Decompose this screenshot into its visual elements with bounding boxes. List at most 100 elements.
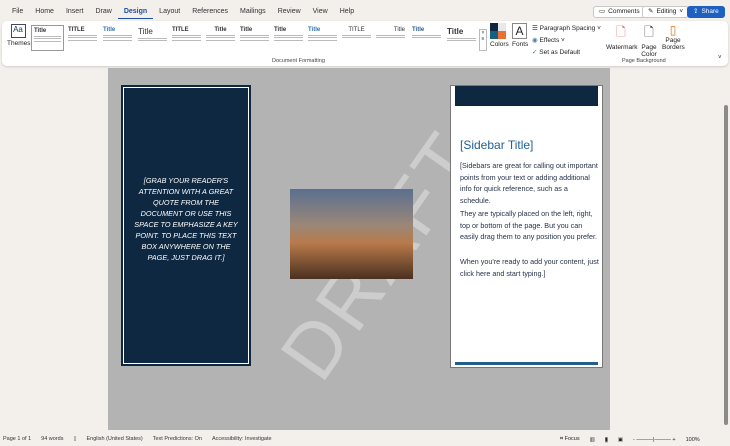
style-title: TITLE	[68, 27, 85, 33]
comments-button[interactable]: ▭ Comments	[593, 6, 646, 18]
tab-file[interactable]: File	[6, 6, 29, 19]
tab-view[interactable]: View	[307, 6, 334, 19]
sidebar-paragraph[interactable]: [Sidebars are great for calling out impo…	[460, 160, 600, 206]
ribbon-tabs: File Home Insert Draw Design Layout Refe…	[6, 6, 360, 19]
watermark-button[interactable]: 🗋 Watermark	[606, 23, 638, 51]
word-count[interactable]: 94 words	[41, 436, 63, 442]
read-mode-icon[interactable]: ▥	[590, 437, 595, 443]
tab-insert[interactable]: Insert	[60, 6, 90, 19]
ribbon: Aa Themes Title TITLE Title Title TITLE …	[2, 21, 728, 66]
style-gallery-item[interactable]: Title	[101, 25, 134, 51]
page-count[interactable]: Page 1 of 1	[3, 436, 31, 442]
share-label: Share	[701, 8, 719, 15]
tab-home[interactable]: Home	[29, 6, 60, 19]
share-button[interactable]: ⇪ Share	[687, 6, 725, 18]
style-title: Title	[103, 27, 116, 33]
collapse-ribbon-icon[interactable]: ˅	[718, 55, 722, 61]
focus-button[interactable]: ⌗ Focus	[560, 436, 580, 443]
city-skyline-image[interactable]	[290, 189, 413, 279]
set-default-label: Set as Default	[539, 49, 581, 56]
style-gallery-item[interactable]: Title	[204, 25, 237, 51]
sidebar-textbox[interactable]: [Sidebar Title] [Sidebars are great for …	[450, 85, 603, 368]
page-color-label: Page Color	[641, 44, 657, 58]
style-title: Title	[447, 27, 464, 36]
share-icon: ⇪	[693, 8, 699, 15]
tab-design[interactable]: Design	[117, 6, 154, 19]
zoom-slider[interactable]: - ———|——— +	[633, 437, 676, 443]
print-layout-icon[interactable]: ▮	[604, 436, 608, 443]
comment-icon: ▭	[599, 8, 606, 15]
web-layout-icon[interactable]: ▣	[618, 437, 623, 443]
editing-button[interactable]: ✎ Editing ˅	[642, 6, 690, 18]
style-title: Title	[34, 28, 47, 34]
style-gallery-item[interactable]: Title	[136, 25, 169, 51]
colors-button[interactable]: Colors	[490, 23, 509, 48]
tab-draw[interactable]: Draw	[89, 6, 117, 19]
tab-references[interactable]: References	[186, 6, 234, 19]
pull-quote-textbox[interactable]: [Grab your reader's attention with a gre…	[121, 85, 251, 366]
watermark-label: Watermark	[606, 44, 638, 51]
themes-button[interactable]: Aa Themes	[7, 24, 31, 47]
page-background-label: Page Background	[622, 58, 666, 64]
effects-label: Effects	[539, 37, 560, 44]
zoom-level[interactable]: 100%	[686, 437, 700, 443]
paragraph-spacing-label: Paragraph Spacing	[539, 25, 596, 32]
tab-review[interactable]: Review	[272, 6, 307, 19]
sidebar-title[interactable]: [Sidebar Title]	[460, 138, 533, 152]
text-predictions[interactable]: Text Predictions: On	[153, 436, 202, 442]
fonts-label: Fonts	[512, 41, 529, 48]
style-title: Title	[274, 27, 287, 33]
style-title: Title	[240, 27, 253, 33]
style-gallery-item[interactable]: TITLE	[66, 25, 99, 51]
effects-button[interactable]: ◉ Effects ˅	[532, 35, 601, 47]
page-borders-icon: ▯	[669, 23, 677, 37]
style-gallery-item[interactable]: Title	[272, 25, 305, 51]
style-gallery-item[interactable]: Title	[410, 25, 443, 51]
style-gallery-item[interactable]: Title	[306, 25, 339, 51]
tab-mailings[interactable]: Mailings	[234, 6, 272, 19]
style-title: TITLE	[172, 27, 189, 33]
scrollbar-thumb[interactable]	[724, 105, 728, 425]
style-gallery-item[interactable]: TITLE	[170, 25, 203, 51]
gallery-more-button[interactable]: ˅ ≡	[479, 29, 487, 51]
page-color-icon: 🗋	[644, 25, 654, 39]
editing-label: Editing	[656, 8, 677, 15]
style-title: TITLE	[348, 27, 365, 33]
effects-icon: ◉	[532, 37, 538, 44]
style-gallery-item[interactable]: Title	[374, 25, 407, 51]
sidebar-paragraph[interactable]: When you're ready to add your content, j…	[460, 256, 600, 279]
sidebar-paragraph[interactable]: They are typically placed on the left, r…	[460, 208, 600, 243]
page-borders-label: Page Borders	[662, 37, 685, 51]
style-title: Title	[138, 27, 153, 36]
fonts-button[interactable]: A Fonts	[512, 23, 528, 48]
style-title: Title	[308, 27, 321, 33]
proofing-icon[interactable]: ▯	[73, 436, 76, 442]
colors-icon	[490, 23, 506, 39]
tab-help[interactable]: Help	[334, 6, 360, 19]
language[interactable]: English (United States)	[87, 436, 143, 442]
themes-label: Themes	[7, 40, 31, 47]
accessibility-status[interactable]: Accessibility: Investigate	[212, 436, 272, 442]
style-title: Title	[412, 27, 425, 33]
sidebar-bottom-line	[455, 362, 598, 365]
page-borders-button[interactable]: ▯ Page Borders	[662, 23, 685, 51]
sidebar-top-bar	[455, 86, 598, 106]
themes-icon: Aa	[10, 24, 26, 38]
style-gallery-item[interactable]: Title	[445, 25, 478, 51]
paragraph-spacing-button[interactable]: ☰ Paragraph Spacing ˅	[532, 23, 601, 35]
colors-label: Colors	[490, 41, 509, 48]
set-as-default-button[interactable]: ✓ Set as Default	[532, 47, 601, 59]
focus-label: Focus	[564, 436, 580, 442]
paragraph-group: ☰ Paragraph Spacing ˅ ◉ Effects ˅ ✓ Set …	[532, 23, 601, 59]
style-title: Title	[393, 27, 405, 33]
style-gallery-item[interactable]: TITLE	[340, 25, 373, 51]
watermark-icon: 🗋	[616, 25, 626, 39]
style-gallery-item[interactable]: Title	[238, 25, 271, 51]
style-gallery-item[interactable]: Title	[31, 25, 64, 51]
tab-layout[interactable]: Layout	[153, 6, 186, 19]
page-color-button[interactable]: 🗋 Page Color	[638, 23, 660, 58]
status-bar: Page 1 of 1 94 words ▯ English (United S…	[3, 436, 272, 442]
status-right: ⌗ Focus ▥ ▮ ▣ - ———|——— + 100%	[560, 436, 700, 443]
check-circle-icon: ✓	[532, 49, 538, 56]
paragraph-spacing-icon: ☰	[532, 25, 538, 32]
